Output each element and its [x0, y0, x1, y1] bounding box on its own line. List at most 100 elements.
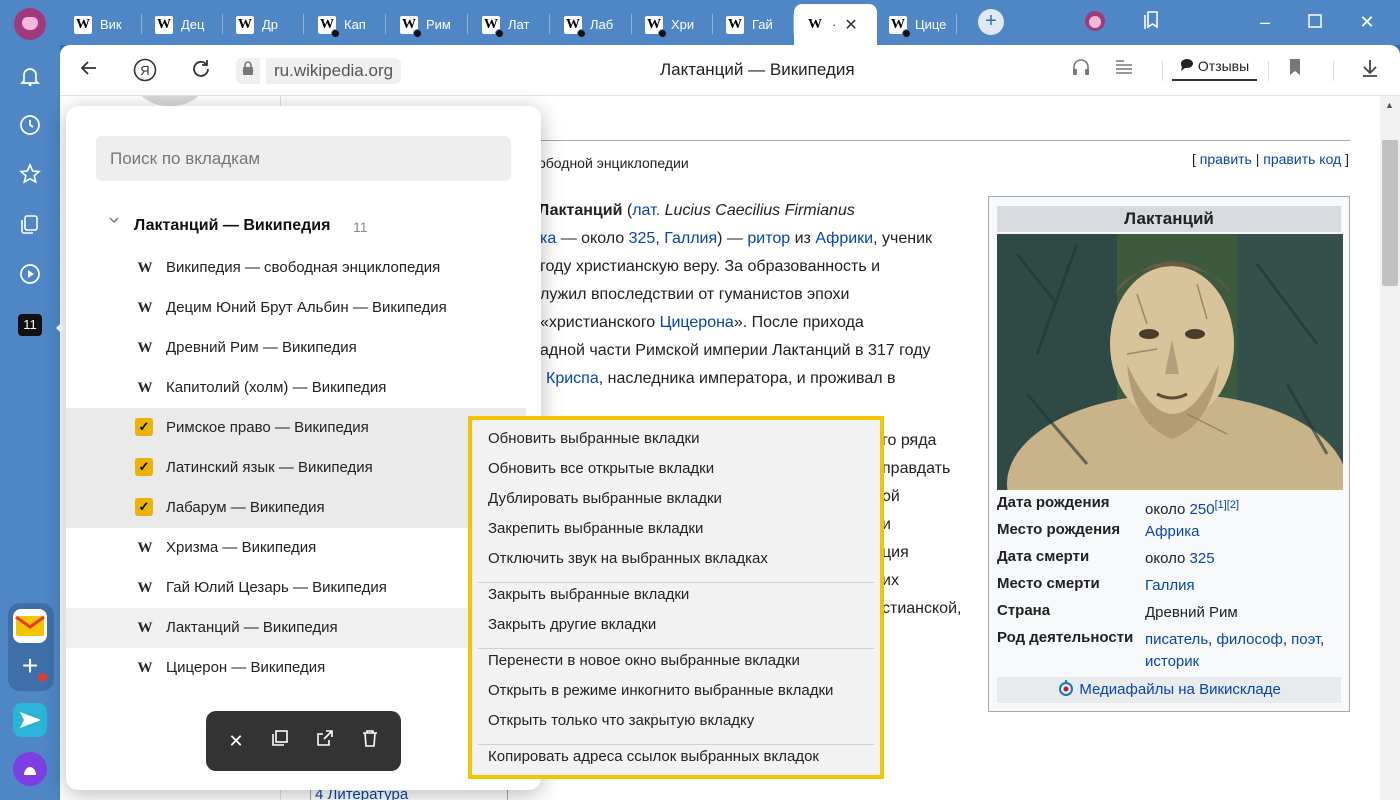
- wikipedia-logo[interactable]: [128, 96, 212, 106]
- scroll-up-arrow-icon[interactable]: ▲: [1385, 100, 1394, 110]
- chevron-down-icon[interactable]: [108, 214, 120, 229]
- tab-separator: [222, 14, 223, 34]
- article-link[interactable]: Африки: [815, 230, 873, 247]
- collections-icon[interactable]: [1140, 10, 1164, 34]
- portrait-image[interactable]: [997, 234, 1343, 490]
- popup-pointer: [56, 318, 66, 338]
- tab-list-item[interactable]: W Децим Юний Брут Альбин — Википедия: [66, 288, 526, 328]
- article-link[interactable]: Цицерона: [660, 314, 734, 331]
- context-menu-item[interactable]: Обновить выбранные вкладки: [488, 430, 699, 447]
- article-link[interactable]: лат.: [632, 202, 660, 219]
- article-link[interactable]: ой: [882, 488, 900, 506]
- article-link[interactable]: поэт: [1291, 631, 1320, 648]
- tab-list-item[interactable]: W Гай Юлий Цезарь — Википедия: [66, 568, 526, 608]
- article-link[interactable]: философ: [1216, 631, 1282, 648]
- article-link[interactable]: Криспа: [546, 370, 599, 387]
- browser-tab[interactable]: W Лаб: [552, 4, 632, 45]
- history-clock-icon[interactable]: [18, 114, 42, 138]
- reviews-button[interactable]: Отзывы: [1172, 55, 1258, 81]
- address-url[interactable]: ru.wikipedia.org: [266, 58, 402, 84]
- profile-avatar-icon[interactable]: [1083, 10, 1107, 34]
- tab-list-item[interactable]: W Хризма — Википедия: [66, 528, 526, 568]
- article-link[interactable]: 250: [1190, 501, 1215, 518]
- browser-tab[interactable]: W Цице: [877, 4, 957, 45]
- tab-list-item[interactable]: W Википедия — свободная энциклопедия: [66, 248, 526, 288]
- context-menu-item[interactable]: Закрыть другие вкладки: [488, 616, 656, 633]
- video-play-icon[interactable]: [18, 263, 42, 287]
- trash-icon[interactable]: [357, 728, 383, 754]
- browser-tab[interactable]: W · ✕: [794, 4, 877, 45]
- article-link[interactable]: Галлия: [1145, 577, 1195, 594]
- tab-list-item[interactable]: W Лактанций — Википедия: [66, 608, 526, 648]
- maximize-icon[interactable]: [1303, 10, 1327, 34]
- browser-tab[interactable]: W Др: [224, 4, 304, 45]
- browser-tab[interactable]: W Гай: [714, 4, 794, 45]
- downloads-icon[interactable]: [1358, 58, 1382, 84]
- reader-mode-icon[interactable]: [1112, 58, 1136, 84]
- close-selection-icon[interactable]: ✕: [223, 728, 249, 754]
- commons-link[interactable]: Медиафайлы на Викискладе: [997, 677, 1341, 703]
- tab-list-item[interactable]: W Капитолий (холм) — Википедия: [66, 368, 526, 408]
- mail-app-icon[interactable]: [13, 609, 47, 643]
- checkbox-checked-icon[interactable]: ✓: [135, 458, 153, 476]
- minimize-icon[interactable]: –: [1253, 10, 1277, 34]
- context-menu-item[interactable]: Дублировать выбранные вкладки: [488, 490, 722, 507]
- context-menu-item[interactable]: Обновить все открытые вкладки: [488, 460, 714, 477]
- edit-link[interactable]: править: [1200, 151, 1252, 167]
- tab-list-item[interactable]: W Древний Рим — Википедия: [66, 328, 526, 368]
- context-menu-item[interactable]: Открыть в режиме инкогнито выбранные вкл…: [488, 682, 833, 699]
- tabs-count-button[interactable]: 11: [18, 314, 42, 336]
- browser-tab[interactable]: W Вик: [62, 4, 142, 45]
- notifications-bell-icon[interactable]: [18, 65, 42, 89]
- alice-assistant-icon[interactable]: [13, 752, 47, 786]
- browser-tab[interactable]: W Хри: [633, 4, 713, 45]
- messenger-app-icon[interactable]: [13, 703, 47, 737]
- edit-code-link[interactable]: править код: [1263, 151, 1341, 167]
- tab-list-item[interactable]: ✓ Римское право — Википедия: [66, 408, 526, 448]
- browser-logo[interactable]: [14, 8, 46, 40]
- article-link[interactable]: писатель: [1145, 631, 1208, 648]
- tab-list-item[interactable]: ✓ Латинский язык — Википедия: [66, 448, 526, 488]
- tab-list-item[interactable]: W Цицерон — Википедия: [66, 648, 526, 688]
- article-link[interactable]: ка: [540, 230, 556, 247]
- article-link[interactable]: историк: [1145, 653, 1199, 670]
- browser-tab[interactable]: W Дец: [143, 4, 223, 45]
- checkbox-checked-icon[interactable]: ✓: [135, 498, 153, 516]
- bookmark-flag-icon[interactable]: [1283, 58, 1307, 84]
- context-menu-item[interactable]: Перенести в новое окно выбранные вкладки: [488, 652, 800, 669]
- yandex-logo-icon[interactable]: Я: [132, 58, 158, 84]
- close-tab-icon[interactable]: ✕: [844, 15, 857, 35]
- tab-search-input[interactable]: [96, 136, 511, 181]
- close-window-icon[interactable]: ✕: [1355, 10, 1379, 34]
- open-in-new-window-icon[interactable]: [312, 728, 338, 754]
- article-link[interactable]: 325: [1190, 550, 1215, 567]
- context-menu-item[interactable]: Отключить звук на выбранных вкладках: [488, 550, 768, 567]
- article-link[interactable]: Африка: [1145, 523, 1199, 540]
- context-menu-item[interactable]: Закрепить выбранные вкладки: [488, 520, 703, 537]
- browser-tab[interactable]: W Кап: [306, 4, 386, 45]
- headphones-icon[interactable]: [1069, 58, 1093, 84]
- commons-label[interactable]: Медиафайлы на Викискладе: [1079, 681, 1280, 698]
- context-menu-item[interactable]: Открыть только что закрытую вкладку: [488, 712, 754, 729]
- tab-title: Др: [262, 17, 279, 32]
- tab-list-item[interactable]: ✓ Лабарум — Википедия: [66, 488, 526, 528]
- tab-group-header[interactable]: Лактанций — Википедия 11: [66, 214, 541, 240]
- context-menu-item[interactable]: Копировать адреса ссылок выбранных вклад…: [488, 748, 819, 765]
- article-link[interactable]: ритор: [747, 230, 790, 247]
- context-menu-item[interactable]: Закрыть выбранные вкладки: [488, 586, 689, 603]
- browser-tab[interactable]: W Рим: [388, 4, 468, 45]
- article-link[interactable]: [1][2]: [1215, 499, 1239, 511]
- new-tab-button[interactable]: +: [978, 9, 1004, 35]
- lock-icon[interactable]: [236, 58, 260, 84]
- bookmarks-star-icon[interactable]: [18, 163, 42, 187]
- article-link[interactable]: Галлия: [664, 230, 717, 247]
- reload-icon[interactable]: [188, 58, 214, 84]
- checkbox-checked-icon[interactable]: ✓: [135, 418, 153, 436]
- browser-tab[interactable]: W Лат: [470, 4, 550, 45]
- article-link[interactable]: 325: [629, 230, 656, 247]
- collections-cards-icon[interactable]: [18, 213, 42, 237]
- back-arrow-icon[interactable]: [76, 58, 102, 84]
- scrollbar-thumb[interactable]: [1382, 140, 1398, 286]
- duplicate-tabs-icon[interactable]: [267, 728, 293, 754]
- selection-toolbar: ✕: [206, 711, 401, 771]
